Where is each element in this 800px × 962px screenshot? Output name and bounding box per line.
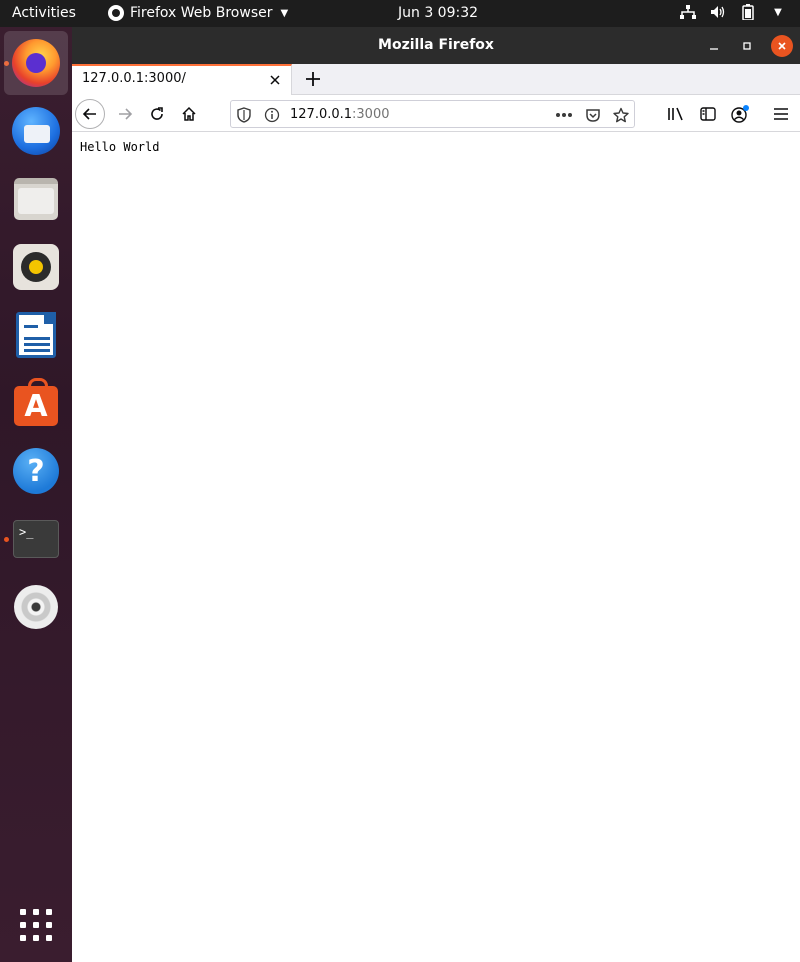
volume-icon xyxy=(710,4,726,20)
url-text[interactable]: 127.0.0.1:3000 xyxy=(290,107,390,122)
forward-button[interactable] xyxy=(110,99,140,129)
page-body-text: Hello World xyxy=(80,140,160,154)
chevron-down-icon: ▼ xyxy=(280,7,289,19)
writer-icon xyxy=(16,312,56,358)
dock-rhythmbox[interactable] xyxy=(4,235,68,299)
sidebar-icon[interactable] xyxy=(693,99,723,129)
minimize-button[interactable] xyxy=(703,35,725,57)
account-icon[interactable] xyxy=(725,99,755,129)
url-host: 127.0.0.1 xyxy=(290,107,353,122)
window-titlebar[interactable]: Mozilla Firefox xyxy=(72,27,800,64)
page-actions-icon[interactable] xyxy=(555,106,573,124)
firefox-app-icon xyxy=(108,5,124,21)
pocket-icon[interactable] xyxy=(584,106,602,124)
home-button[interactable] xyxy=(174,99,204,129)
url-bar[interactable]: 127.0.0.1:3000 xyxy=(230,100,635,128)
page-content: Hello World xyxy=(72,132,800,962)
new-tab-button[interactable] xyxy=(302,65,324,93)
library-icon[interactable] xyxy=(661,99,691,129)
firefox-window: Mozilla Firefox 127.0.0.1:3000/ 127.0.0.… xyxy=(72,27,800,962)
site-info-icon[interactable] xyxy=(263,106,281,124)
firefox-icon xyxy=(12,39,60,87)
reload-button[interactable] xyxy=(142,99,172,129)
dock-firefox[interactable] xyxy=(4,31,68,95)
dock: A ? >_ xyxy=(0,27,72,962)
dock-terminal[interactable]: >_ xyxy=(4,507,68,571)
close-button[interactable] xyxy=(771,35,793,57)
back-button[interactable] xyxy=(75,99,105,129)
software-icon: A xyxy=(14,378,58,426)
dock-thunderbird[interactable] xyxy=(4,99,68,163)
dvd-icon xyxy=(14,585,58,629)
tab-bar: 127.0.0.1:3000/ xyxy=(72,64,800,95)
dock-files[interactable] xyxy=(4,167,68,231)
help-icon: ? xyxy=(13,448,59,494)
show-applications-icon[interactable] xyxy=(20,909,52,941)
app-menu-label: Firefox Web Browser xyxy=(130,5,273,21)
system-tray[interactable]: ▼ xyxy=(680,4,786,20)
dock-ubuntu-software[interactable]: A xyxy=(4,371,68,435)
activities-button[interactable]: Activities xyxy=(12,5,76,21)
clock[interactable]: Jun 3 09:32 xyxy=(398,5,478,21)
chevron-down-icon: ▼ xyxy=(774,6,782,18)
window-title: Mozilla Firefox xyxy=(378,37,494,53)
url-port: :3000 xyxy=(352,107,390,122)
thunderbird-icon xyxy=(12,107,60,155)
terminal-icon: >_ xyxy=(13,520,59,558)
dock-libreoffice-writer[interactable] xyxy=(4,303,68,367)
tab-title: 127.0.0.1:3000/ xyxy=(82,71,186,86)
gnome-top-bar: Activities Firefox Web Browser ▼ Jun 3 0… xyxy=(0,0,800,27)
close-tab-icon[interactable] xyxy=(269,70,281,90)
rhythmbox-icon xyxy=(13,244,59,290)
dock-help[interactable]: ? xyxy=(4,439,68,503)
maximize-button[interactable] xyxy=(736,35,758,57)
app-menu[interactable]: Firefox Web Browser ▼ xyxy=(108,5,288,21)
tab-active[interactable]: 127.0.0.1:3000/ xyxy=(72,64,292,95)
nav-toolbar: 127.0.0.1:3000 xyxy=(72,95,800,132)
tracking-protection-icon[interactable] xyxy=(235,106,253,124)
battery-icon xyxy=(740,4,756,20)
network-icon xyxy=(680,4,696,20)
files-icon xyxy=(14,178,58,220)
dock-dvd[interactable] xyxy=(4,575,68,639)
hamburger-menu-icon[interactable] xyxy=(766,99,796,129)
bookmark-star-icon[interactable] xyxy=(612,106,630,124)
